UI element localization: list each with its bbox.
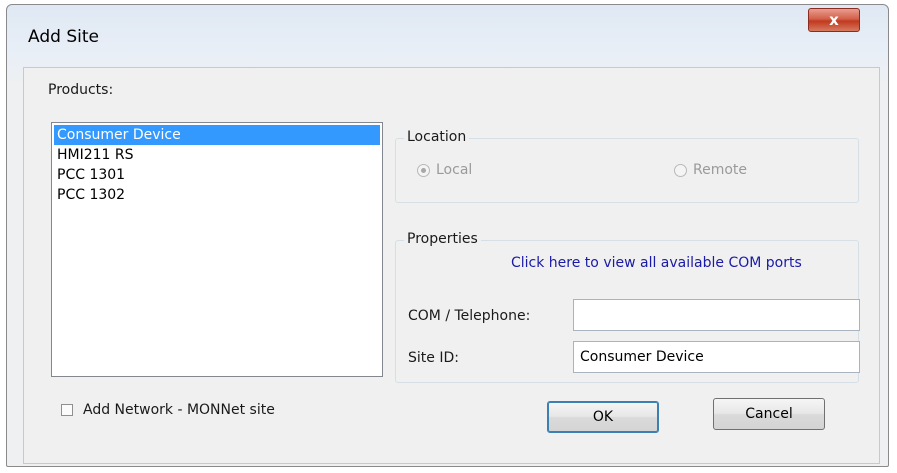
list-item[interactable]: PCC 1301 [54, 165, 380, 185]
add-network-checkbox[interactable]: Add Network - MONNet site [61, 402, 275, 418]
products-listbox[interactable]: Consumer Device HMI211 RS PCC 1301 PCC 1… [51, 122, 383, 377]
dialog-title: Add Site [28, 27, 99, 47]
checkbox-icon[interactable] [61, 404, 73, 416]
close-button[interactable]: x [808, 8, 860, 32]
cancel-button[interactable]: Cancel [713, 398, 825, 430]
com-telephone-field[interactable] [573, 299, 860, 331]
list-item[interactable]: HMI211 RS [54, 145, 380, 165]
products-label: Products: [48, 82, 114, 98]
add-network-label: Add Network - MONNet site [83, 402, 275, 418]
local-radio[interactable]: Local [417, 162, 472, 178]
close-icon: x [829, 10, 839, 29]
radio-button-icon [674, 163, 687, 177]
properties-group: Properties Click here to view all availa… [395, 231, 860, 383]
ok-button[interactable]: OK [547, 401, 659, 433]
add-site-dialog: Add Site x Products: Consumer Device HMI… [6, 4, 889, 467]
local-radio-label: Local [436, 162, 473, 178]
location-group: Location Local Remote [395, 129, 859, 203]
list-item[interactable]: PCC 1302 [54, 185, 380, 205]
site-id-label: Site ID: [408, 350, 459, 366]
properties-legend: Properties [404, 231, 481, 247]
view-com-ports-link[interactable]: Click here to view all available COM por… [511, 255, 802, 271]
radio-button-icon [417, 163, 430, 177]
remote-radio-label: Remote [693, 162, 748, 178]
site-id-field[interactable]: Consumer Device [573, 341, 860, 373]
list-item[interactable]: Consumer Device [54, 125, 380, 145]
remote-radio[interactable]: Remote [674, 162, 747, 178]
dialog-body: Products: Consumer Device HMI211 RS PCC … [23, 67, 880, 464]
location-legend: Location [404, 129, 470, 145]
com-telephone-label: COM / Telephone: [408, 308, 531, 324]
